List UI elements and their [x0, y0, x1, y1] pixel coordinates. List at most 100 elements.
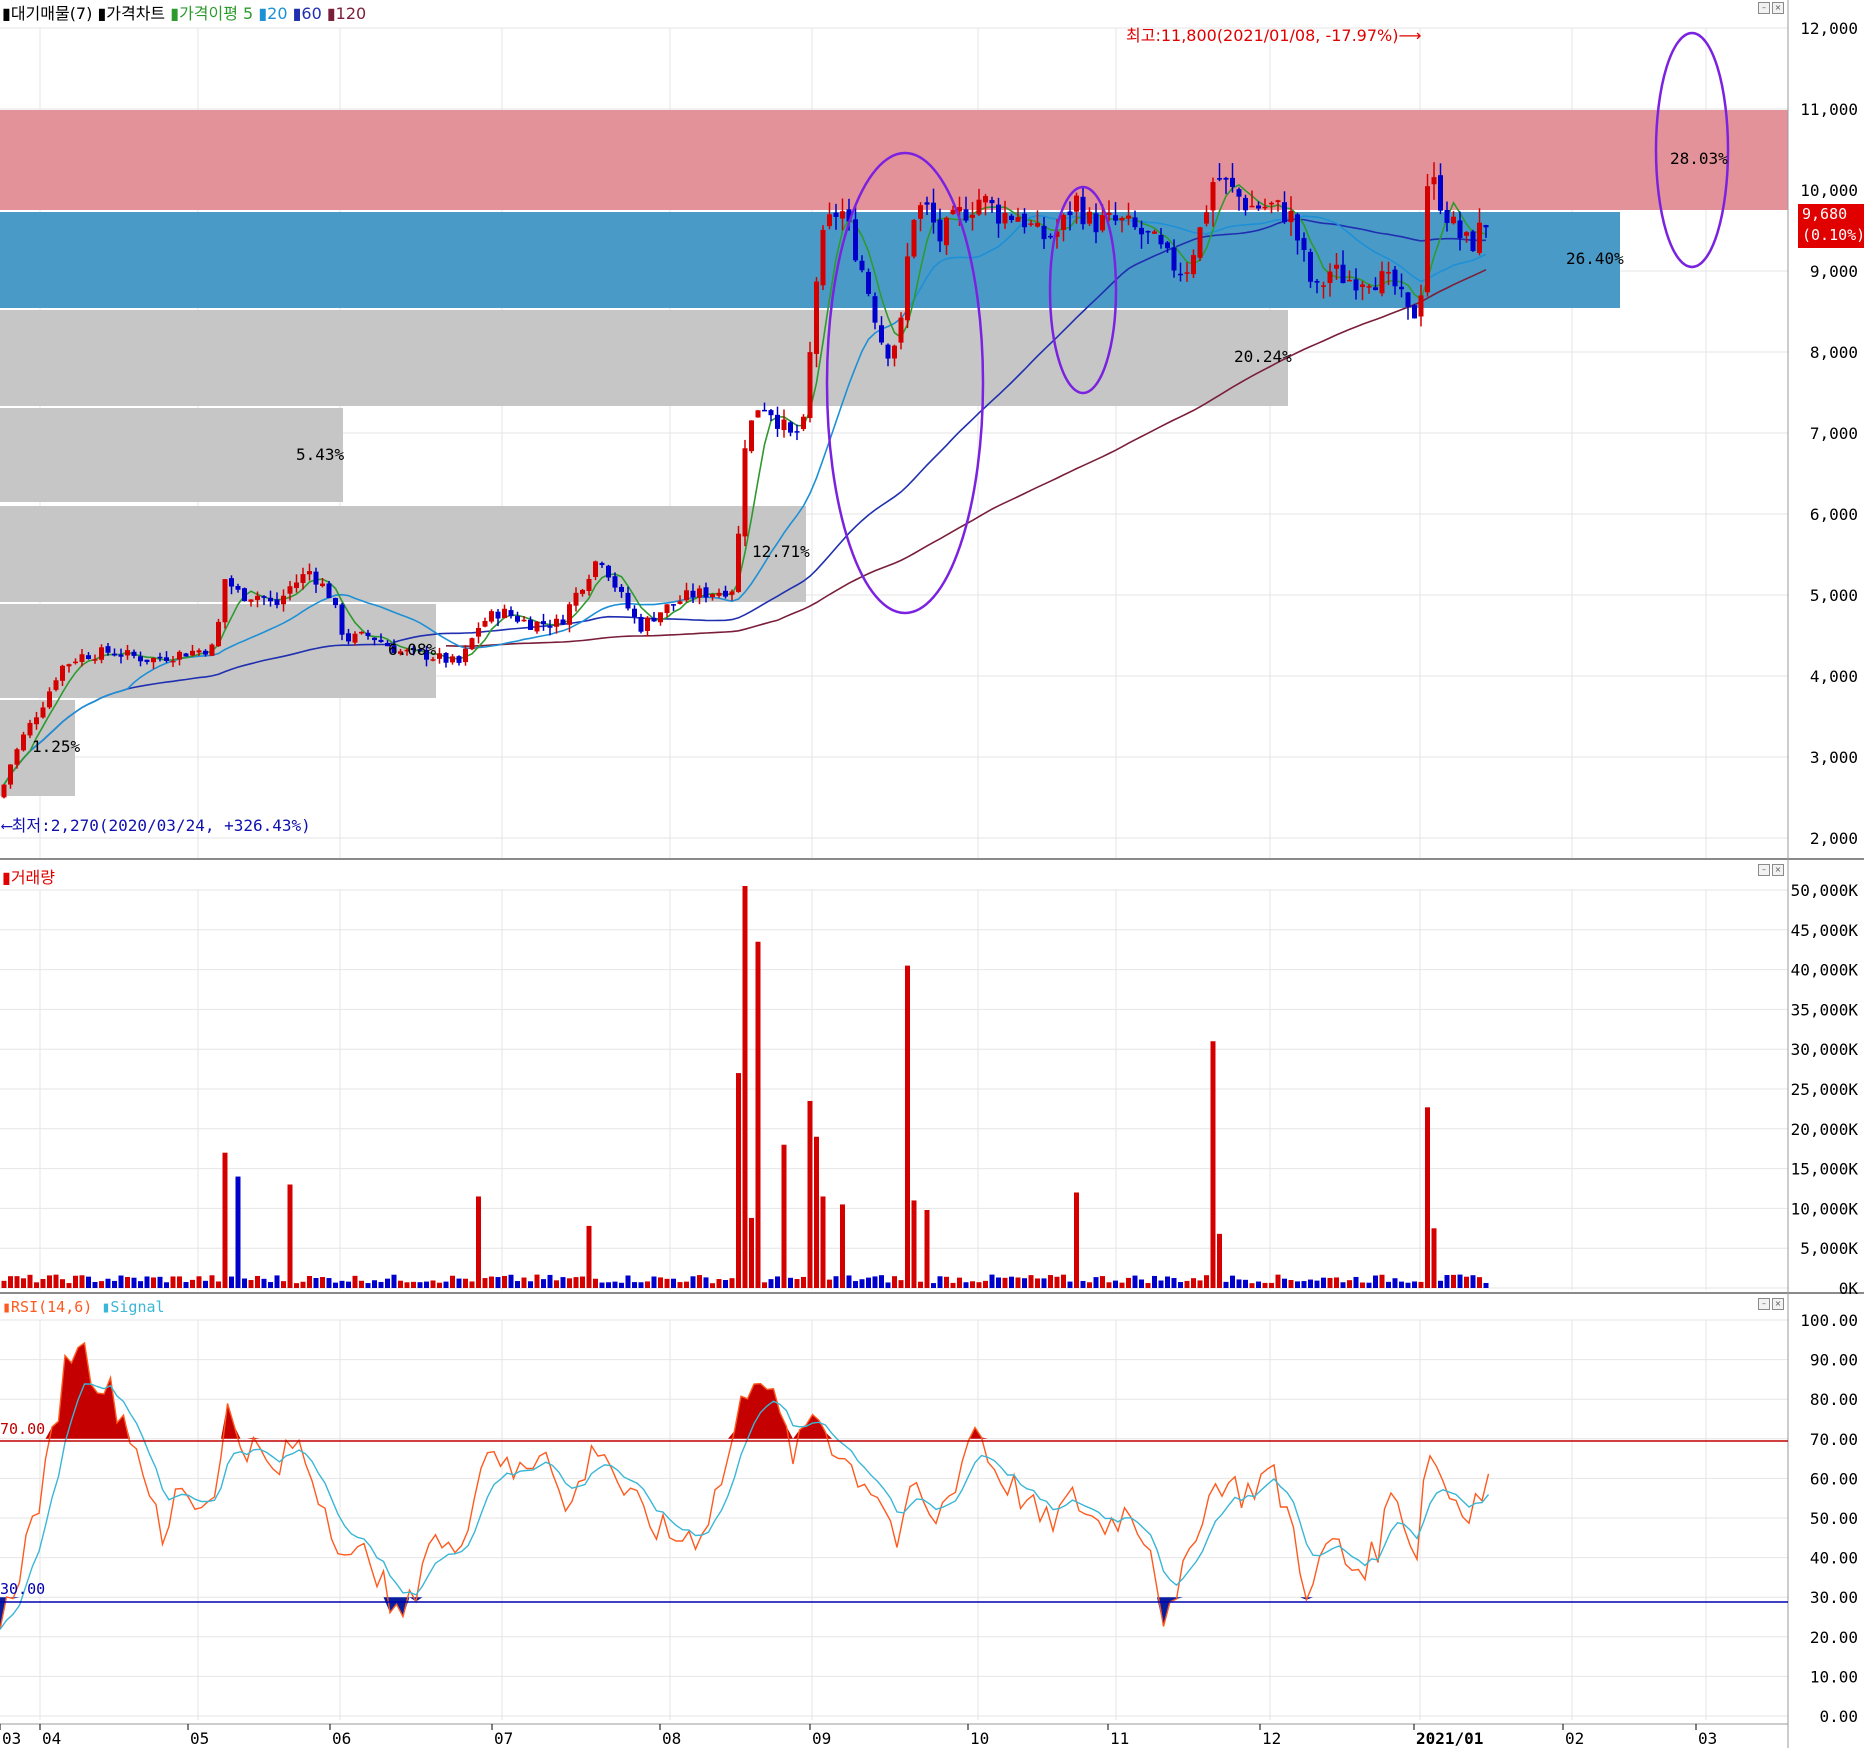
volume-bar	[762, 1282, 767, 1288]
candle-body	[274, 599, 280, 606]
legend-ma5[interactable]: 5	[243, 4, 253, 23]
legend-ma[interactable]: 가격이평	[179, 4, 238, 23]
minimize-icon[interactable]: –	[1758, 1298, 1770, 1310]
legend-ma20[interactable]: 20	[267, 4, 287, 23]
rsi-legend[interactable]: ▮RSI(14,6) ▮Signal	[2, 1298, 165, 1316]
candle-body	[944, 217, 949, 246]
y-tick-label: 8,000	[1810, 343, 1858, 362]
candle-body	[1288, 211, 1294, 223]
candle-body	[209, 644, 215, 656]
close-icon[interactable]: ×	[1772, 2, 1784, 14]
close-icon[interactable]: ×	[1772, 1298, 1784, 1310]
volume-bar	[482, 1278, 488, 1288]
candle-body	[1178, 273, 1183, 276]
candle-body	[1048, 235, 1053, 238]
candle-body	[255, 595, 260, 600]
minimize-icon[interactable]: –	[1758, 864, 1770, 876]
y-tick-label: 6,000	[1810, 505, 1858, 524]
candle-body	[482, 620, 488, 627]
candle-body	[1210, 182, 1216, 211]
candle-body	[1295, 214, 1300, 241]
volume-bar	[456, 1278, 462, 1288]
candle-body	[833, 212, 839, 217]
candle-body	[1119, 217, 1125, 221]
volume-bar	[248, 1280, 254, 1288]
y-tick-label: 0K	[1839, 1279, 1859, 1298]
stock-chart-canvas[interactable]: 12,000 11,000 10,000 9,000 8,000 7,000 6,000 5,…	[0, 0, 1864, 1748]
legend-supply[interactable]: 대기매물(7)	[11, 4, 93, 23]
volume-bar	[560, 1277, 566, 1288]
volume-bar	[34, 1282, 39, 1288]
candle-body	[697, 588, 702, 598]
volume-bar	[209, 1275, 215, 1288]
minimize-icon[interactable]: –	[1758, 2, 1770, 14]
y-tick-label: 50,000K	[1791, 881, 1859, 900]
volume-bar	[125, 1276, 130, 1288]
candle-body	[1230, 177, 1235, 187]
candle-body	[534, 621, 540, 632]
volume-bar	[684, 1281, 689, 1288]
volume-bar	[1438, 1280, 1443, 1288]
volume-bar	[807, 1100, 813, 1288]
candle-body	[1028, 223, 1034, 225]
volume-bar	[768, 1279, 774, 1288]
volume-bar	[690, 1276, 696, 1288]
legend-ma120[interactable]: 120	[336, 4, 367, 23]
volume-bar	[463, 1278, 468, 1288]
candle-body	[1132, 217, 1138, 228]
high-price-note: 최고:11,800(2021/01/08, -17.97%)⟶	[1126, 26, 1422, 45]
volume-bar	[944, 1276, 949, 1288]
candle-body	[976, 199, 982, 215]
legend-ma60[interactable]: 60	[301, 4, 321, 23]
current-price: 9,680	[1802, 205, 1848, 223]
candle-body	[814, 281, 819, 354]
candle-body	[1093, 213, 1099, 233]
candle-body	[1431, 177, 1437, 185]
volume-bar	[151, 1277, 156, 1288]
volume-bar	[469, 1281, 475, 1288]
candle-body	[92, 659, 98, 661]
y-axis-labels: 12,000 11,000 10,000 9,000 8,000 7,000 6,000 5,…	[1791, 19, 1859, 1726]
volume-bar	[300, 1281, 306, 1288]
candle-body	[203, 650, 208, 655]
legend-marker-ma: ▮	[170, 4, 180, 23]
volume-bar	[521, 1277, 527, 1288]
volume-bar	[638, 1282, 644, 1288]
candle-body	[625, 592, 631, 609]
volume-bar	[365, 1283, 371, 1288]
volume-bar	[1223, 1281, 1229, 1288]
legend-price-chart[interactable]: 가격차트	[106, 4, 165, 23]
candle-body	[768, 410, 774, 416]
candle-body	[1061, 214, 1066, 230]
candle-body	[788, 422, 793, 433]
volume-bar	[21, 1278, 26, 1288]
volume-bar	[1464, 1276, 1469, 1288]
candle-body	[1243, 197, 1248, 211]
volume-bar	[918, 1281, 923, 1288]
rsi-legend-marker: ▮	[2, 1298, 12, 1316]
candle-body	[463, 648, 468, 663]
volume-bar	[1327, 1277, 1333, 1288]
candle-body	[27, 722, 33, 736]
candle-body	[1470, 231, 1476, 251]
volume-legend[interactable]: ▮거래량	[2, 864, 55, 888]
candle-body	[1275, 200, 1281, 203]
low-price-note: ⟵최저:2,270(2020/03/24, +326.43%)	[2, 816, 311, 835]
candle-body	[1, 784, 7, 798]
candle-body	[742, 448, 748, 537]
candle-body	[1204, 212, 1209, 224]
volume-bar	[326, 1278, 332, 1288]
volume-panel[interactable]	[0, 862, 1788, 1292]
candle-body	[1347, 279, 1352, 282]
close-icon[interactable]: ×	[1772, 864, 1784, 876]
candle-body	[1418, 295, 1424, 317]
volume-bar	[359, 1280, 364, 1288]
candle-body	[1269, 202, 1274, 205]
candle-body	[489, 611, 494, 622]
volume-bar	[554, 1280, 559, 1288]
volume-bar	[1145, 1283, 1151, 1288]
candle-body	[521, 619, 527, 622]
volume-bar	[996, 1277, 1001, 1288]
volume-bar	[320, 1277, 325, 1288]
volume-bar	[1087, 1282, 1092, 1288]
